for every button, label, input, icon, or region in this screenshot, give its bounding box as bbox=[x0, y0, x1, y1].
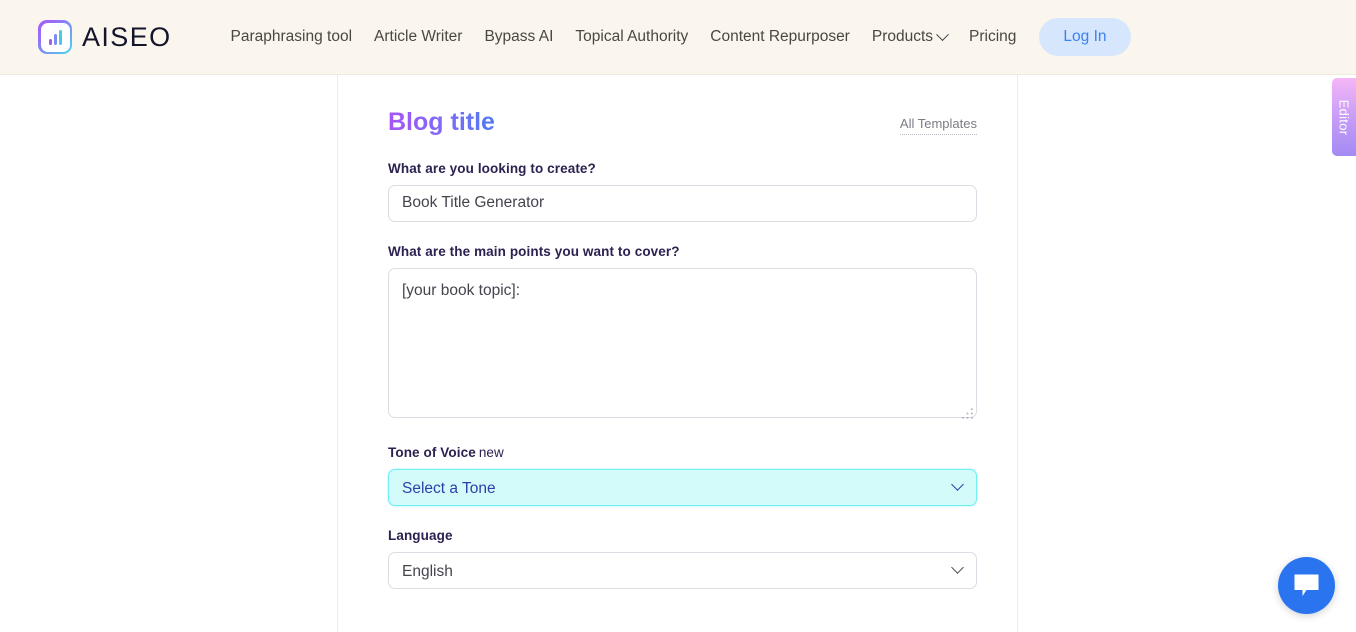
nav-item-bypass-ai[interactable]: Bypass AI bbox=[473, 20, 564, 54]
field-tone-of-voice: Tone of Voice new Select a Tone bbox=[388, 445, 977, 506]
nav-label: Paraphrasing tool bbox=[230, 28, 353, 45]
looking-to-create-input[interactable] bbox=[388, 184, 977, 222]
field-label-tone-of-voice: Tone of Voice new bbox=[388, 445, 977, 460]
field-label-looking-to-create: What are you looking to create? bbox=[388, 160, 596, 176]
page-title: Blog title bbox=[388, 108, 495, 136]
tone-of-voice-select[interactable]: Select a Tone bbox=[388, 468, 977, 506]
field-main-points: What are the main points you want to cov… bbox=[388, 244, 977, 423]
panel-header: Blog title All Templates bbox=[388, 108, 977, 137]
nav-label: Products bbox=[871, 28, 934, 45]
brand-name: AISEO bbox=[82, 21, 172, 52]
aiseo-bar-chart-logo-icon bbox=[38, 20, 72, 54]
main-navigation: Paraphrasing tool Article Writer Bypass … bbox=[220, 18, 1131, 56]
nav-item-article-writer[interactable]: Article Writer bbox=[363, 20, 473, 54]
page-body: Blog title All Templates What are you lo… bbox=[0, 75, 1356, 632]
field-label-language: Language bbox=[388, 527, 453, 543]
right-rail bbox=[1018, 75, 1356, 632]
main-points-textarea[interactable]: [your book topic]: bbox=[388, 267, 977, 418]
nav-item-pricing[interactable]: Pricing bbox=[958, 20, 1027, 54]
editor-tab-label: Editor bbox=[1336, 99, 1352, 135]
language-select[interactable]: English bbox=[388, 551, 977, 589]
field-language: Language English bbox=[388, 528, 977, 589]
field-looking-to-create: What are you looking to create? bbox=[388, 161, 977, 222]
editor-side-tab[interactable]: Editor bbox=[1332, 78, 1356, 156]
field-label-main-points: What are the main points you want to cov… bbox=[388, 243, 680, 259]
chat-bubble-icon bbox=[1294, 574, 1319, 596]
nav-label: Pricing bbox=[969, 28, 1017, 45]
tone-new-badge: new bbox=[478, 444, 504, 460]
nav-label: Content Repurposer bbox=[710, 28, 850, 45]
nav-label: Bypass AI bbox=[484, 28, 554, 45]
nav-label: Topical Authority bbox=[575, 28, 689, 45]
chat-widget-button[interactable] bbox=[1278, 557, 1335, 614]
left-rail bbox=[0, 75, 338, 632]
chevron-down-icon bbox=[936, 27, 949, 41]
site-header: AISEO Paraphrasing tool Article Writer B… bbox=[0, 0, 1356, 75]
all-templates-link[interactable]: All Templates bbox=[899, 116, 977, 135]
nav-item-products[interactable]: Products bbox=[861, 20, 958, 54]
brand-logo[interactable]: AISEO bbox=[38, 20, 172, 54]
tone-label-text: Tone of Voice bbox=[388, 444, 476, 460]
generator-form-panel: Blog title All Templates What are you lo… bbox=[338, 75, 1018, 632]
login-button[interactable]: Log In bbox=[1039, 18, 1131, 56]
nav-item-topical-authority[interactable]: Topical Authority bbox=[564, 20, 699, 54]
nav-label: Article Writer bbox=[374, 28, 463, 45]
nav-item-paraphrasing-tool[interactable]: Paraphrasing tool bbox=[220, 20, 364, 54]
nav-item-content-repurposer[interactable]: Content Repurposer bbox=[699, 20, 861, 54]
